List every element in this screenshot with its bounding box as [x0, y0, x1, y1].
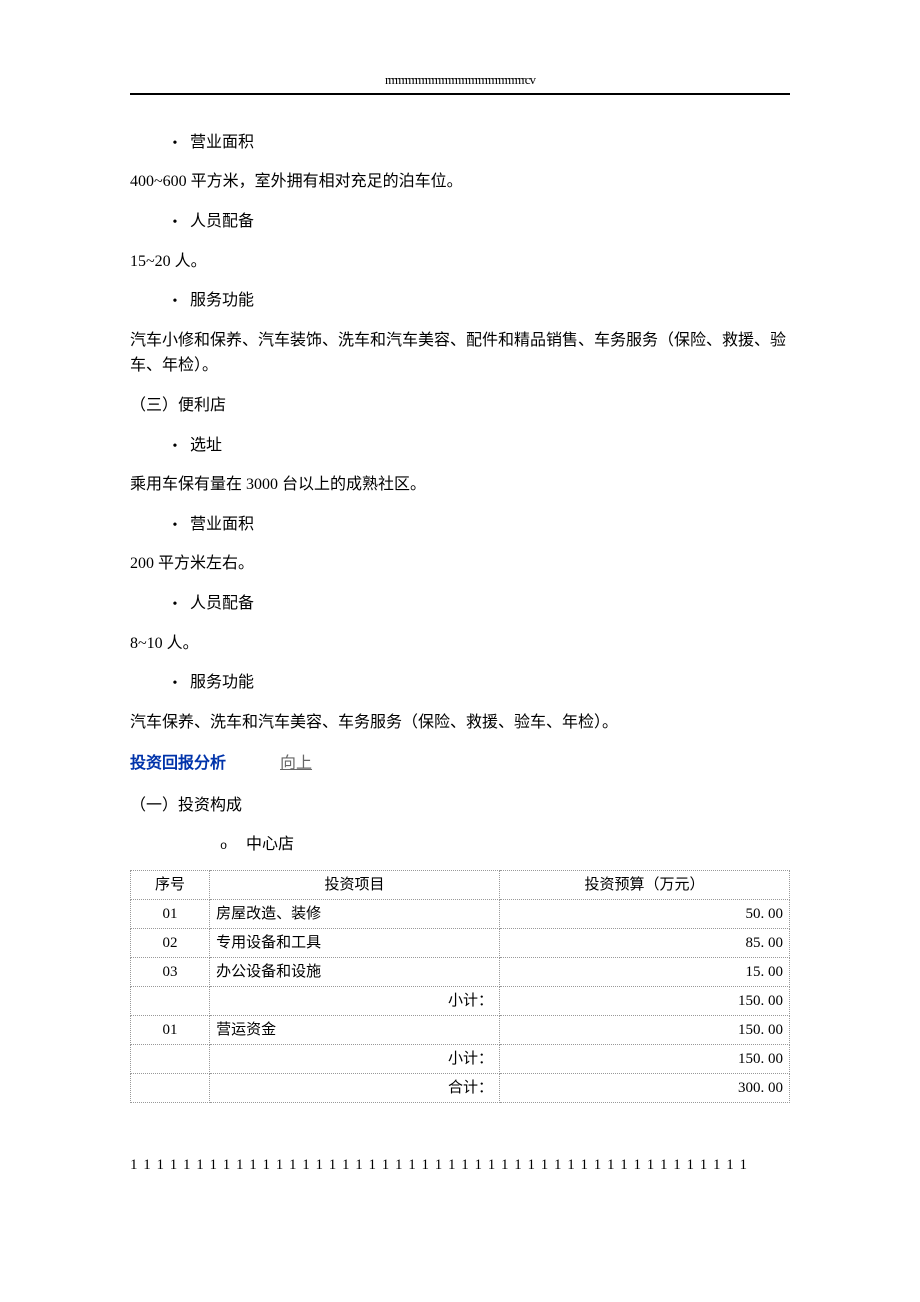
- header-item: 投资项目: [210, 871, 500, 900]
- convenience-store-title: （三）便利店: [130, 393, 790, 419]
- table-row: 01 房屋改造、装修 50. 00: [131, 900, 790, 929]
- table-header-row: 序号 投资项目 投资预算（万元）: [131, 871, 790, 900]
- cell-item: 营运资金: [210, 1016, 500, 1045]
- cell-budget: 85. 00: [500, 929, 790, 958]
- area-text-2: 200 平方米左右。: [130, 551, 790, 577]
- staff-label-2: 人员配备: [160, 591, 790, 617]
- page-header: rrrrrrrrrrrrrrrrrrrrrrrrrrrrrrrrrrrrrrrr…: [130, 70, 790, 95]
- table-row: 02 专用设备和工具 85. 00: [131, 929, 790, 958]
- cell-budget: 150. 00: [500, 1016, 790, 1045]
- service-text-2: 汽车保养、洗车和汽车美容、车务服务（保险、救援、验车、年检）。: [130, 710, 790, 736]
- cell-budget: 15. 00: [500, 958, 790, 987]
- area-label-2: 营业面积: [160, 512, 790, 538]
- cell-seq: 01: [131, 900, 210, 929]
- subtotal-label: 小计：: [210, 987, 500, 1016]
- subtotal-row: 小计： 150. 00: [131, 987, 790, 1016]
- cell-seq: 01: [131, 1016, 210, 1045]
- area-text-1: 400~600 平方米，室外拥有相对充足的泊车位。: [130, 169, 790, 195]
- investment-analysis-title: 投资回报分析: [130, 751, 226, 777]
- cell-seq: 02: [131, 929, 210, 958]
- site-text: 乘用车保有量在 3000 台以上的成熟社区。: [130, 472, 790, 498]
- service-text-1: 汽车小修和保养、汽车装饰、洗车和汽车美容、配件和精品销售、车务服务（保险、救援、…: [130, 328, 790, 379]
- table-row: 01 营运资金 150. 00: [131, 1016, 790, 1045]
- staff-text-2: 8~10 人。: [130, 631, 790, 657]
- cell-budget: 50. 00: [500, 900, 790, 929]
- total-value: 300. 00: [500, 1074, 790, 1103]
- subtotal-value: 150. 00: [500, 987, 790, 1016]
- staff-text-1: 15~20 人。: [130, 249, 790, 275]
- table-row: 03 办公设备和设施 15. 00: [131, 958, 790, 987]
- header-budget: 投资预算（万元）: [500, 871, 790, 900]
- investment-table: 序号 投资项目 投资预算（万元） 01 房屋改造、装修 50. 00 02 专用…: [130, 870, 790, 1103]
- subtotal-label: 小计：: [210, 1045, 500, 1074]
- total-row: 合计： 300. 00: [131, 1074, 790, 1103]
- center-store-label: 中心店: [220, 832, 790, 858]
- page-footer: 1 1 1 1 1 1 1 1 1 1 1 1 1 1 1 1 1 1 1 1 …: [130, 1153, 790, 1177]
- subtotal-row: 小计： 150. 00: [131, 1045, 790, 1074]
- cell-item: 办公设备和设施: [210, 958, 500, 987]
- header-seq: 序号: [131, 871, 210, 900]
- subtotal-value: 150. 00: [500, 1045, 790, 1074]
- cell-empty: [131, 987, 210, 1016]
- service-label-1: 服务功能: [160, 288, 790, 314]
- cell-item: 房屋改造、装修: [210, 900, 500, 929]
- total-label: 合计：: [210, 1074, 500, 1103]
- staff-label-1: 人员配备: [160, 209, 790, 235]
- investment-composition-title: （一）投资构成: [130, 793, 790, 819]
- cell-empty: [131, 1074, 210, 1103]
- cell-empty: [131, 1045, 210, 1074]
- cell-seq: 03: [131, 958, 210, 987]
- up-link[interactable]: 向上: [280, 755, 312, 772]
- area-label-1: 营业面积: [160, 130, 790, 156]
- site-label: 选址: [160, 433, 790, 459]
- cell-item: 专用设备和工具: [210, 929, 500, 958]
- service-label-2: 服务功能: [160, 670, 790, 696]
